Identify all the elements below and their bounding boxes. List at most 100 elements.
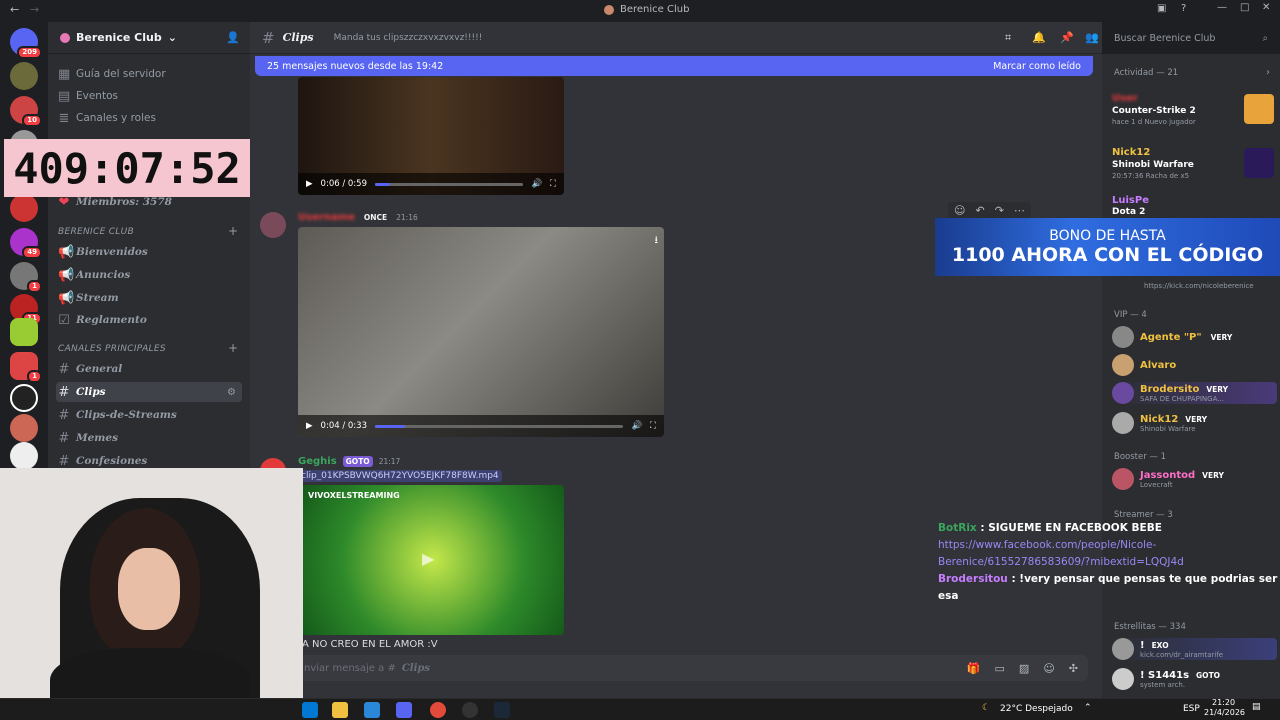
play-icon[interactable]: ▶ xyxy=(306,421,313,431)
username[interactable]: Username xyxy=(298,212,355,223)
emoji-icon[interactable]: ☺ xyxy=(1043,662,1054,675)
close-button[interactable]: ✕ xyxy=(1262,2,1270,13)
discord-icon[interactable] xyxy=(396,702,412,718)
forward-arrow-icon[interactable]: → xyxy=(30,3,39,16)
clock-date[interactable]: 21/4/2026 xyxy=(1204,708,1245,717)
play-icon[interactable]: ▶ xyxy=(422,549,434,568)
channel-topic: Manda tus clipszzczxvxzvxvz!!!!! xyxy=(333,32,483,43)
activity-card[interactable]: User Counter-Strike 2 hace 1 d Nuevo jug… xyxy=(1112,90,1277,128)
settings-icon[interactable]: ⚙ xyxy=(227,387,236,398)
obs-icon[interactable] xyxy=(462,702,478,718)
channel-reglamento[interactable]: ☑ Reglamento xyxy=(58,310,147,330)
server-icon[interactable]: 1 xyxy=(10,262,42,293)
channel-clips[interactable]: # Clips ⚙ xyxy=(56,382,242,402)
search-input[interactable]: Buscar Berenice Club xyxy=(1114,33,1215,44)
notification-icon[interactable]: ▤ xyxy=(1252,702,1261,712)
video-thumbnail[interactable]: VIVOXELSTREAMING ▶ xyxy=(302,485,564,635)
avatar xyxy=(1112,326,1134,348)
language-indicator[interactable]: ESP xyxy=(1183,704,1200,714)
file-mention[interactable]: clip_01KPSBVWQ6H72YVO5EJKF78F8W.mp4 xyxy=(298,470,502,482)
video-progress[interactable] xyxy=(375,182,524,186)
server-icon[interactable]: 10 xyxy=(10,96,42,127)
member-item[interactable]: Jassontod VERY Lovecraft xyxy=(1112,468,1277,490)
download-icon[interactable]: ⭳ xyxy=(655,233,659,250)
new-messages-bar[interactable]: 25 mensajes nuevos desde las 19:42 Marca… xyxy=(255,56,1093,76)
reaction-icon[interactable]: ☺ xyxy=(954,204,965,217)
member-item[interactable]: ! EXO kick.com/dr_airamtarife xyxy=(1112,638,1277,660)
channel-general[interactable]: # General xyxy=(58,359,123,379)
pin-icon[interactable]: 📌 xyxy=(1060,31,1074,44)
gif-icon[interactable]: ▭ xyxy=(995,662,1005,675)
server-icon[interactable] xyxy=(10,414,38,442)
apps-icon[interactable]: ✣ xyxy=(1069,662,1078,675)
mark-read-button[interactable]: Marcar como leído xyxy=(993,61,1081,72)
members-icon[interactable]: 👥 xyxy=(1085,31,1099,44)
sidebar-item-guide[interactable]: ▦ Guía del servidor xyxy=(58,64,166,84)
video-player[interactable]: ⭳ ▶ 0:04 / 0:33 🔊 ⛶ xyxy=(298,227,664,437)
server-icon[interactable]: 1 xyxy=(10,352,42,383)
threads-icon[interactable]: ⌗ xyxy=(1005,31,1011,45)
message-input[interactable]: nviar mensaje a # Clips 🎁 ▭ ▨ ☺ ✣ xyxy=(296,655,1088,681)
game-icon xyxy=(1244,148,1274,178)
weather-text[interactable]: 22°C Despejado xyxy=(1000,704,1073,714)
bell-icon[interactable]: 🔔 xyxy=(1032,31,1046,44)
member-item[interactable]: Brodersito VERY SAFA DE CHUPAPINGA... xyxy=(1112,382,1277,404)
section-booster: Booster — 1 xyxy=(1114,452,1167,462)
video-progress[interactable] xyxy=(375,424,624,428)
channel-clips-de-streams[interactable]: # Clips-de-Streams xyxy=(58,405,177,425)
gift-icon[interactable]: 🎁 xyxy=(967,662,981,675)
add-member-icon[interactable]: 👤 xyxy=(226,31,240,44)
sidebar-item-roles[interactable]: ≣ Canales y roles xyxy=(58,108,156,128)
activity-card[interactable]: LuisPe Dota 2 xyxy=(1112,195,1277,217)
chevron-right-icon[interactable]: › xyxy=(1266,67,1270,78)
chevron-up-icon[interactable]: ⌃ xyxy=(1084,703,1092,713)
activity-card[interactable]: Nick12 Shinobi Warfare 20:57:36 Racha de… xyxy=(1112,144,1277,182)
play-icon[interactable]: ▶ xyxy=(306,179,313,189)
clock-time[interactable]: 21:20 xyxy=(1212,698,1235,707)
edge-icon[interactable] xyxy=(302,702,318,718)
search-bar[interactable]: Buscar Berenice Club ⌕ xyxy=(1102,22,1280,54)
volume-icon[interactable]: 🔊 xyxy=(531,179,542,189)
volume-icon[interactable]: 🔊 xyxy=(631,421,642,431)
reply-icon[interactable]: ↶ xyxy=(975,204,984,217)
sidebar-item-events[interactable]: ▤ Eventos xyxy=(58,86,118,106)
direct-messages-icon[interactable]: 209 xyxy=(10,28,42,59)
more-icon[interactable]: ⋯ xyxy=(1014,204,1025,217)
channel-bienvenidos[interactable]: 📢 Bienvenidos xyxy=(58,242,148,262)
server-icon[interactable] xyxy=(10,318,38,346)
add-channel-icon[interactable]: + xyxy=(228,341,238,355)
add-channel-icon[interactable]: + xyxy=(228,224,238,238)
server-icon[interactable] xyxy=(10,442,38,470)
channel-stream[interactable]: 📢 Stream xyxy=(58,288,119,308)
server-icon[interactable]: 49 xyxy=(10,228,42,259)
server-header[interactable]: Berenice Club ⌄ 👤 xyxy=(48,22,250,54)
category-principales[interactable]: CANALES PRINCIPALES xyxy=(58,344,166,354)
username[interactable]: Geghis xyxy=(298,456,337,467)
server-icon[interactable] xyxy=(10,62,38,90)
channel-anuncios[interactable]: 📢 Anuncios xyxy=(58,265,130,285)
chrome-icon[interactable] xyxy=(430,702,446,718)
back-arrow-icon[interactable]: ← xyxy=(10,3,19,16)
fullscreen-icon[interactable]: ⛶ xyxy=(650,421,656,431)
avatar[interactable] xyxy=(260,212,286,238)
store-icon[interactable] xyxy=(364,702,380,718)
member-item[interactable]: Alvaro xyxy=(1112,354,1277,376)
steam-icon[interactable] xyxy=(494,702,510,718)
server-icon[interactable] xyxy=(10,384,38,412)
category-berenice[interactable]: BERENICE CLUB xyxy=(58,227,134,237)
fullscreen-icon[interactable]: ⛶ xyxy=(550,179,556,189)
folder-icon[interactable] xyxy=(332,702,348,718)
input-actions: 🎁 ▭ ▨ ☺ ✣ xyxy=(967,662,1078,675)
sticker-icon[interactable]: ▨ xyxy=(1019,662,1029,675)
server-icon[interactable] xyxy=(10,194,38,222)
video-player[interactable]: ▶ 0:06 / 0:59 🔊 ⛶ xyxy=(298,77,564,195)
member-item[interactable]: ! S1441s GOTO system arch. xyxy=(1112,668,1277,690)
inbox-icon[interactable]: ▣ xyxy=(1157,3,1166,14)
help-icon[interactable]: ? xyxy=(1181,3,1186,14)
member-item[interactable]: Agente "P" VERY xyxy=(1112,326,1277,348)
maximize-button[interactable]: □ xyxy=(1240,2,1249,13)
channel-memes[interactable]: # Memes xyxy=(58,428,118,448)
forward-icon[interactable]: ↷ xyxy=(995,204,1004,217)
minimize-button[interactable]: — xyxy=(1217,2,1227,13)
member-item[interactable]: Nick12 VERY Shinobi Warfare xyxy=(1112,412,1277,434)
